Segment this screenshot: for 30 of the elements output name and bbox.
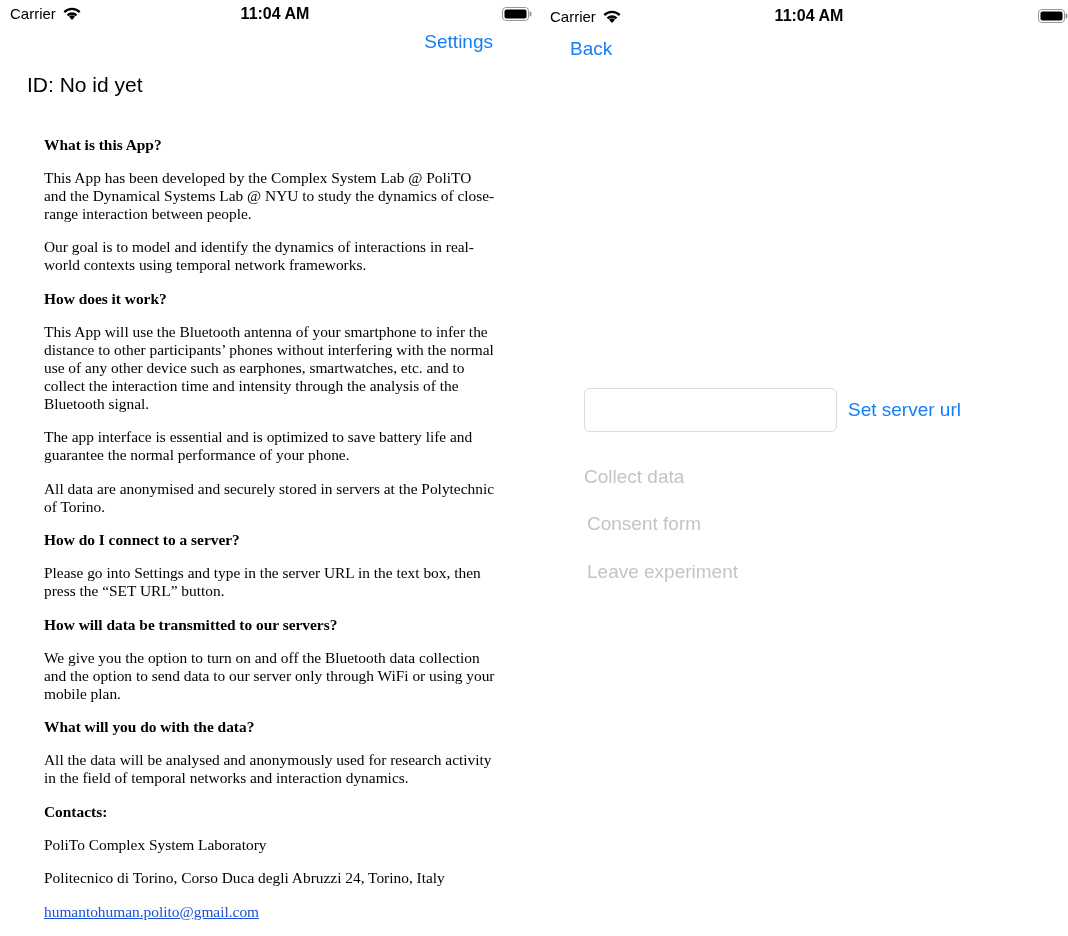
battery-icon bbox=[502, 6, 532, 21]
clock: 11:04 AM bbox=[240, 4, 310, 23]
paragraph: All data are anonymised and securely stored in servers at the Polytechnic of Torino. bbox=[44, 479, 495, 516]
section-heading: How will data be transmitted to our servers? bbox=[44, 615, 339, 634]
wifi-icon bbox=[601, 8, 622, 24]
carrier-label: Carrier bbox=[10, 5, 56, 23]
id-label: ID: No id yet bbox=[26, 71, 144, 98]
paragraph: This App will use the Bluetooth antenna of your smartphone to infer the distance to other participants’ phones without interfering with the normal use of any other device such as earphones, smartwatches, etc. and to collect the interaction time and intensity through the analysis of the Bluetooth signal. bbox=[44, 322, 495, 413]
section-heading: Contacts: bbox=[44, 802, 109, 821]
paragraph: The app interface is essential and is optimized to save battery life and guarantee the normal performance of your phone. bbox=[44, 428, 474, 464]
paragraph: This App has been developed by the Complex System Lab @ PoliTO and the Dynamical Systems Lab @ NYU to study the dynamics of close-range interaction between people. bbox=[44, 168, 495, 223]
email-link[interactable]: humantohuman.polito@gmail.com bbox=[44, 902, 260, 920]
paragraph: Our goal is to model and identify the dynamics of interactions in real-world contexts using temporal network frameworks. bbox=[44, 238, 475, 274]
section-heading: How do I connect to a server? bbox=[44, 531, 241, 549]
back-button[interactable]: Back bbox=[570, 38, 613, 60]
server-url-field[interactable] bbox=[584, 388, 837, 432]
paragraph: Please go into Settings and type in the server URL in the text box, then press the “SET URL” button. bbox=[44, 564, 482, 600]
section-heading: What will you do with the data? bbox=[44, 718, 256, 736]
wifi-icon bbox=[61, 6, 82, 22]
paragraph: PoliTo Complex System Laboratory bbox=[44, 835, 268, 854]
paragraph: We give you the option to turn on and off the Bluetooth data collection and the option to send data to our server only through WiFi or using your mobile plan. bbox=[44, 648, 495, 703]
settings-button[interactable]: Settings bbox=[424, 31, 493, 54]
section-heading: How does it work? bbox=[44, 289, 168, 308]
section-heading: What is this App? bbox=[44, 135, 163, 154]
set-server-url-button[interactable]: Set server url bbox=[848, 399, 961, 421]
battery-icon bbox=[1038, 9, 1068, 23]
paragraph: All the data will be analysed and anonymously used for research activity in the field of temporal networks and interaction dynamics. bbox=[44, 751, 493, 787]
carrier-label: Carrier bbox=[550, 7, 596, 25]
clock: 11:04 AM bbox=[774, 7, 844, 25]
paragraph: Politecnico di Torino, Corso Duca degli Abruzzi 24, Torino, Italy bbox=[44, 869, 446, 887]
